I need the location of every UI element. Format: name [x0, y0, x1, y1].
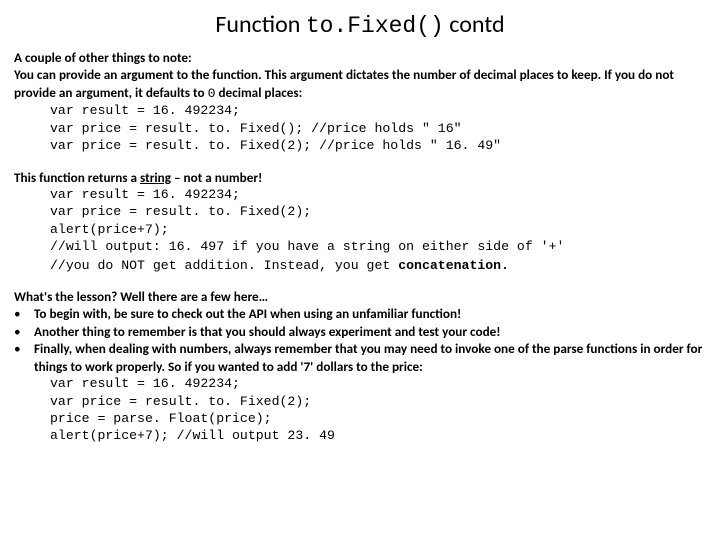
title-post: contd	[444, 10, 505, 39]
s2-code-1: var result = 16. 492234;	[14, 186, 706, 203]
section3-heading: What's the lesson? Well there are a few …	[14, 288, 706, 305]
s3-code-2: var price = result. to. Fixed(2);	[14, 393, 706, 410]
s3-code-4: alert(price+7); //will output 23. 49	[14, 427, 706, 444]
bullet-icon: •	[14, 305, 34, 322]
bullet-2-text: Another thing to remember is that you sh…	[34, 323, 706, 340]
s2-code-4: //will output: 16. 497 if you have a str…	[14, 238, 706, 255]
slide-title: Function to.Fixed() contd	[14, 10, 706, 39]
s2-code-3: alert(price+7);	[14, 221, 706, 238]
title-pre: Function	[215, 10, 305, 39]
spacer	[14, 274, 706, 288]
s1-code-2: var price = result. to. Fixed(); //price…	[14, 120, 706, 137]
s2-b-underline: string	[140, 169, 171, 186]
section1-desc: You can provide an argument to the funct…	[14, 66, 706, 102]
s3-code-1: var result = 16. 492234;	[14, 375, 706, 392]
bullet-icon: •	[14, 340, 34, 375]
bullet-1: • To begin with, be sure to check out th…	[14, 305, 706, 322]
s1-code-3: var price = result. to. Fixed(2); //pric…	[14, 137, 706, 154]
s2-c: – not a number!	[171, 169, 262, 186]
bullet-icon: •	[14, 323, 34, 340]
s2-code-2: var price = result. to. Fixed(2);	[14, 203, 706, 220]
section2-heading: This function returns a string – not a n…	[14, 169, 706, 186]
s2-code-5a: //you do NOT get addition. Instead, you …	[50, 258, 398, 273]
title-code: to.Fixed()	[306, 13, 444, 39]
s1-text-zero: 0	[208, 86, 216, 101]
bullet-3: • Finally, when dealing with numbers, al…	[14, 340, 706, 375]
s1-text-a: You can provide an argument to the funct…	[14, 66, 674, 100]
slide: Function to.Fixed() contd A couple of ot…	[0, 0, 720, 540]
bullet-2: • Another thing to remember is that you …	[14, 323, 706, 340]
section1-intro: A couple of other things to note:	[14, 49, 706, 66]
s2-a: This function returns a	[14, 169, 140, 186]
bullet-3-text: Finally, when dealing with numbers, alwa…	[34, 340, 706, 375]
s3-code-3: price = parse. Float(price);	[14, 410, 706, 427]
spacer	[14, 155, 706, 169]
s1-code-1: var result = 16. 492234;	[14, 102, 706, 119]
bullet-1-text: To begin with, be sure to check out the …	[34, 305, 706, 322]
s2-code-5: //you do NOT get addition. Instead, you …	[14, 256, 706, 274]
s1-text-c: decimal places:	[216, 84, 303, 101]
s2-code-5b: concatenation.	[398, 258, 509, 273]
